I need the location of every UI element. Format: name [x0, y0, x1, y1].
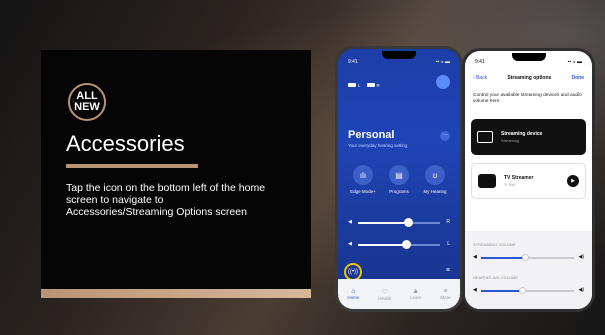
- tab-bar: ⌂ Home ♡ Health ▲ Learn ≡ More: [338, 279, 460, 309]
- status-time: 9:41: [348, 59, 358, 65]
- home-screen: 9:41 ▪▪ ◒ ▬ L R Personal Your everyday h…: [338, 49, 460, 309]
- tv-streamer-card[interactable]: TV Streamer ✎ Edit ▶: [471, 163, 586, 199]
- device-icon: [477, 131, 493, 143]
- quick-actions: ılı Edge Mode+ ▤ Programs ʊ My Hearing: [346, 165, 452, 194]
- battery-left: L: [348, 83, 361, 88]
- device-edit-link[interactable]: ✎ Edit: [504, 182, 533, 187]
- phone-home-screen: 9:41 ▪▪ ◒ ▬ L R Personal Your everyday h…: [335, 46, 463, 312]
- more-options-icon[interactable]: ···: [440, 131, 450, 141]
- quick-action-label: My Hearing: [423, 189, 447, 194]
- battery-icon: [348, 83, 356, 87]
- device-status: Streaming: [501, 138, 520, 143]
- tab-label: Learn: [410, 295, 422, 300]
- nav-bar: ‹ Back Streaming options Done: [473, 75, 584, 81]
- slider-knob[interactable]: [401, 240, 411, 249]
- microphone-icon[interactable]: [436, 75, 450, 89]
- back-label: Back: [476, 75, 488, 81]
- menu-icon: ≡: [443, 288, 448, 295]
- slider-side-label: L: [447, 241, 450, 247]
- slide-title: Accessories: [66, 131, 185, 156]
- status-bar: 9:41 ▪▪ ◒ ▬: [475, 59, 582, 65]
- streaming-icon: ((•)): [347, 269, 359, 275]
- status-time: 9:41: [475, 59, 485, 65]
- slider-side-label: R: [446, 219, 450, 225]
- device-name: TV Streamer: [504, 175, 534, 181]
- programs-icon: ▤: [389, 165, 409, 185]
- tab-label: Health: [378, 295, 392, 301]
- slider-fill: [481, 257, 526, 259]
- speaker-icon: ◀: [348, 219, 352, 225]
- battery-right-label: R: [376, 83, 380, 88]
- home-icon: ⌂: [351, 288, 356, 295]
- battery-right: R: [366, 83, 380, 88]
- tab-health[interactable]: ♡ Health: [378, 288, 391, 301]
- quick-action-label: Programs: [389, 189, 409, 194]
- slider-fill: [481, 290, 523, 292]
- badge-line2: NEW: [74, 101, 100, 113]
- program-subtitle: Your everyday hearing setting: [348, 143, 408, 148]
- tv-streamer-icon: [478, 174, 496, 188]
- volume-slider-right[interactable]: ◀ R: [348, 218, 450, 227]
- title-underline: [66, 164, 198, 168]
- tab-label: Home: [347, 295, 360, 300]
- heart-icon: ♡: [381, 288, 388, 296]
- streaming-device-card[interactable]: Streaming device Streaming: [471, 119, 586, 155]
- back-button[interactable]: ‹ Back: [473, 75, 487, 81]
- edge-mode-button[interactable]: ılı Edge Mode+: [346, 165, 380, 194]
- status-bar: 9:41 ▪▪ ◒ ▬: [348, 59, 450, 65]
- device-text: Streaming device Streaming: [501, 131, 542, 143]
- graduation-cap-icon: ▲: [412, 288, 420, 295]
- slide-description: Tap the icon on the bottom left of the h…: [66, 182, 266, 218]
- slider-fill: [358, 244, 407, 246]
- slider-fill: [358, 222, 409, 224]
- signal-icon: ▪▪ ◒ ▬: [567, 59, 582, 65]
- hearing-aid-battery-row: L R: [348, 83, 380, 88]
- slider-knob[interactable]: [522, 254, 530, 261]
- speaker-high-icon: ◀): [578, 254, 584, 260]
- programs-button[interactable]: ▤ Programs: [382, 165, 416, 194]
- device-edit-label: Edit: [508, 182, 516, 187]
- waveform-icon: ılı: [353, 165, 373, 185]
- quick-action-label: Edge Mode+: [350, 189, 376, 194]
- screen-title: Streaming options: [507, 75, 552, 81]
- speaker-low-icon: ◀: [473, 287, 477, 293]
- slider-knob[interactable]: [404, 218, 414, 227]
- accent-bar: [41, 289, 311, 298]
- device-text: TV Streamer ✎ Edit: [504, 175, 533, 187]
- hearing-aid-volume-slider[interactable]: ◀ ◀): [473, 287, 584, 295]
- new-badge: ALL NEW: [68, 83, 106, 121]
- streaming-volume-label: STREAMING VOLUME: [473, 243, 516, 247]
- tab-home[interactable]: ⌂ Home: [347, 288, 359, 300]
- streaming-volume-slider[interactable]: ◀ ◀): [473, 254, 584, 262]
- battery-icon: [366, 83, 375, 87]
- equalizer-icon[interactable]: ≡: [446, 267, 450, 274]
- phone-streaming-options: 9:41 ▪▪ ◒ ▬ ‹ Back Streaming options Don…: [462, 48, 595, 312]
- speaker-low-icon: ◀: [473, 254, 477, 260]
- my-hearing-button[interactable]: ʊ My Hearing: [418, 165, 452, 194]
- hearing-aid-volume-label: HEARING AID VOLUME: [473, 276, 519, 280]
- device-name: Streaming device: [501, 131, 543, 137]
- done-button[interactable]: Done: [572, 75, 585, 81]
- play-icon[interactable]: ▶: [567, 175, 579, 187]
- signal-icon: ▪▪ ◒ ▬: [435, 59, 450, 65]
- speaker-high-icon: ◀): [578, 287, 584, 293]
- slider-knob[interactable]: [519, 287, 527, 294]
- volume-slider-left[interactable]: ◀ L: [348, 240, 450, 249]
- tab-label: More: [440, 295, 451, 300]
- speaker-icon: ◀: [348, 241, 352, 247]
- screen-description: Control your available streaming devices…: [473, 93, 582, 104]
- program-name: Personal: [348, 129, 395, 141]
- tab-learn[interactable]: ▲ Learn: [410, 288, 422, 300]
- battery-left-label: L: [358, 83, 361, 88]
- ear-icon: ʊ: [425, 165, 445, 185]
- tab-more[interactable]: ≡ More: [440, 288, 450, 300]
- phone-notch: [382, 51, 416, 59]
